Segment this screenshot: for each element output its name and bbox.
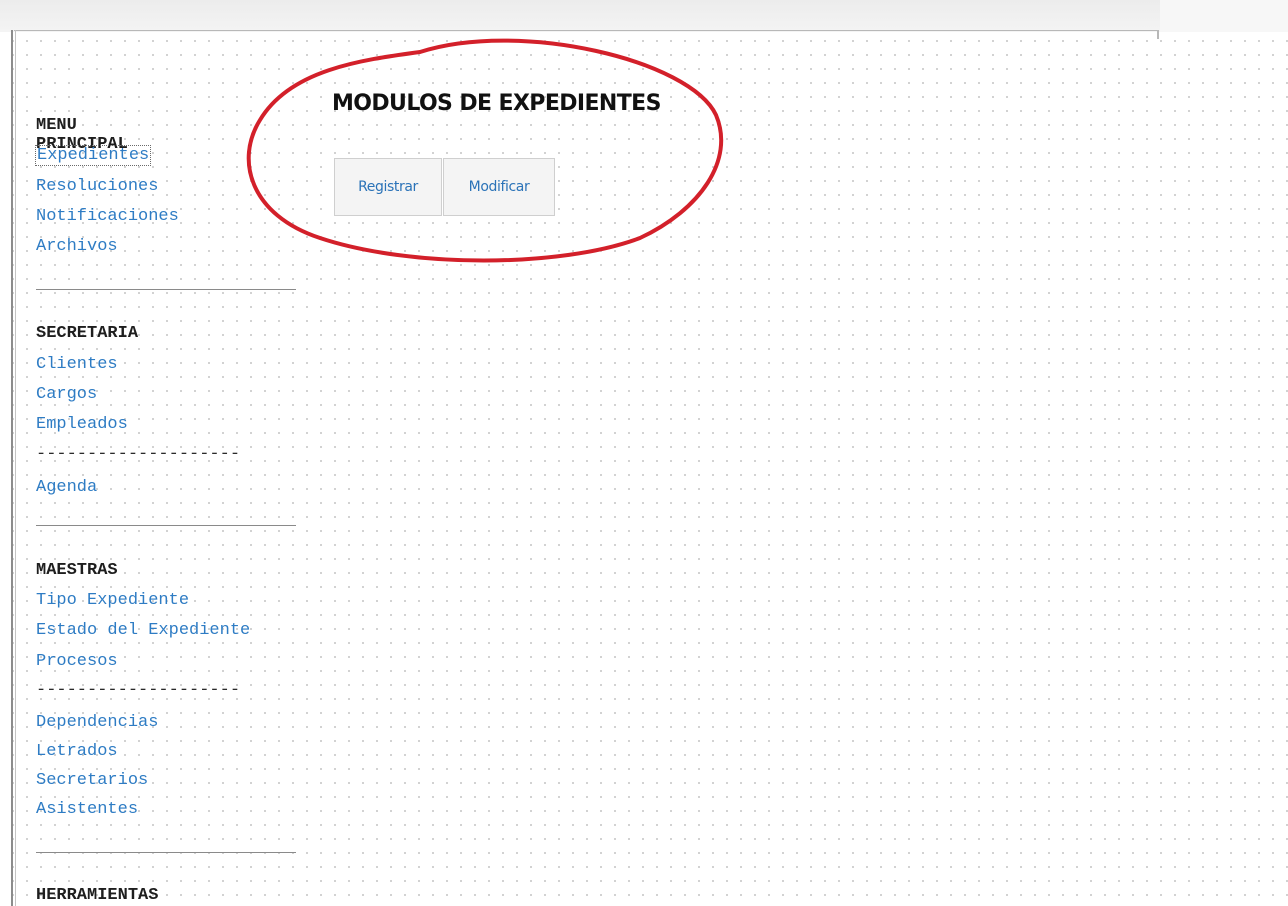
menu-item-archivos[interactable]: Archivos <box>36 237 118 256</box>
left-border <box>11 30 13 906</box>
window-top-edge <box>0 0 1288 32</box>
section-divider <box>36 289 296 290</box>
maestras-heading: MAESTRAS <box>36 561 118 580</box>
section-divider <box>36 852 296 853</box>
menu-item-procesos[interactable]: Procesos <box>36 652 118 671</box>
page-title: MODULOS DE EXPEDIENTES <box>332 91 661 116</box>
menu-item-notificaciones[interactable]: Notificaciones <box>36 207 179 226</box>
secretaria-heading: SECRETARIA <box>36 324 139 343</box>
menu-item-secretarios[interactable]: Secretarios <box>36 771 148 790</box>
menu-item-dependencias[interactable]: Dependencias <box>36 713 158 732</box>
menu-item-cargos[interactable]: Cargos <box>36 385 97 404</box>
dashed-separator: -------------------- <box>36 681 241 700</box>
menu-item-expedientes[interactable]: Expedientes <box>34 145 152 166</box>
menu-item-agenda[interactable]: Agenda <box>36 478 97 497</box>
menu-item-asistentes[interactable]: Asistentes <box>36 800 138 819</box>
herramientas-heading: HERRAMIENTAS <box>36 886 159 905</box>
menu-item-clientes[interactable]: Clientes <box>36 355 118 374</box>
window-top-right-edge <box>1160 0 1288 32</box>
menu-item-letrados[interactable]: Letrados <box>36 742 118 761</box>
menu-item-resoluciones[interactable]: Resoluciones <box>36 177 158 196</box>
section-divider <box>36 525 296 526</box>
menu-item-estado-del-expediente[interactable]: Estado del Expediente <box>36 621 250 640</box>
register-button[interactable]: Registrar <box>334 158 442 216</box>
dashed-separator: -------------------- <box>36 445 241 464</box>
left-border-inner <box>15 30 16 906</box>
designer-frame <box>14 30 1159 39</box>
menu-item-tipo-expediente[interactable]: Tipo Expediente <box>36 591 189 610</box>
modify-button[interactable]: Modificar <box>443 158 555 216</box>
menu-item-empleados[interactable]: Empleados <box>36 415 128 434</box>
